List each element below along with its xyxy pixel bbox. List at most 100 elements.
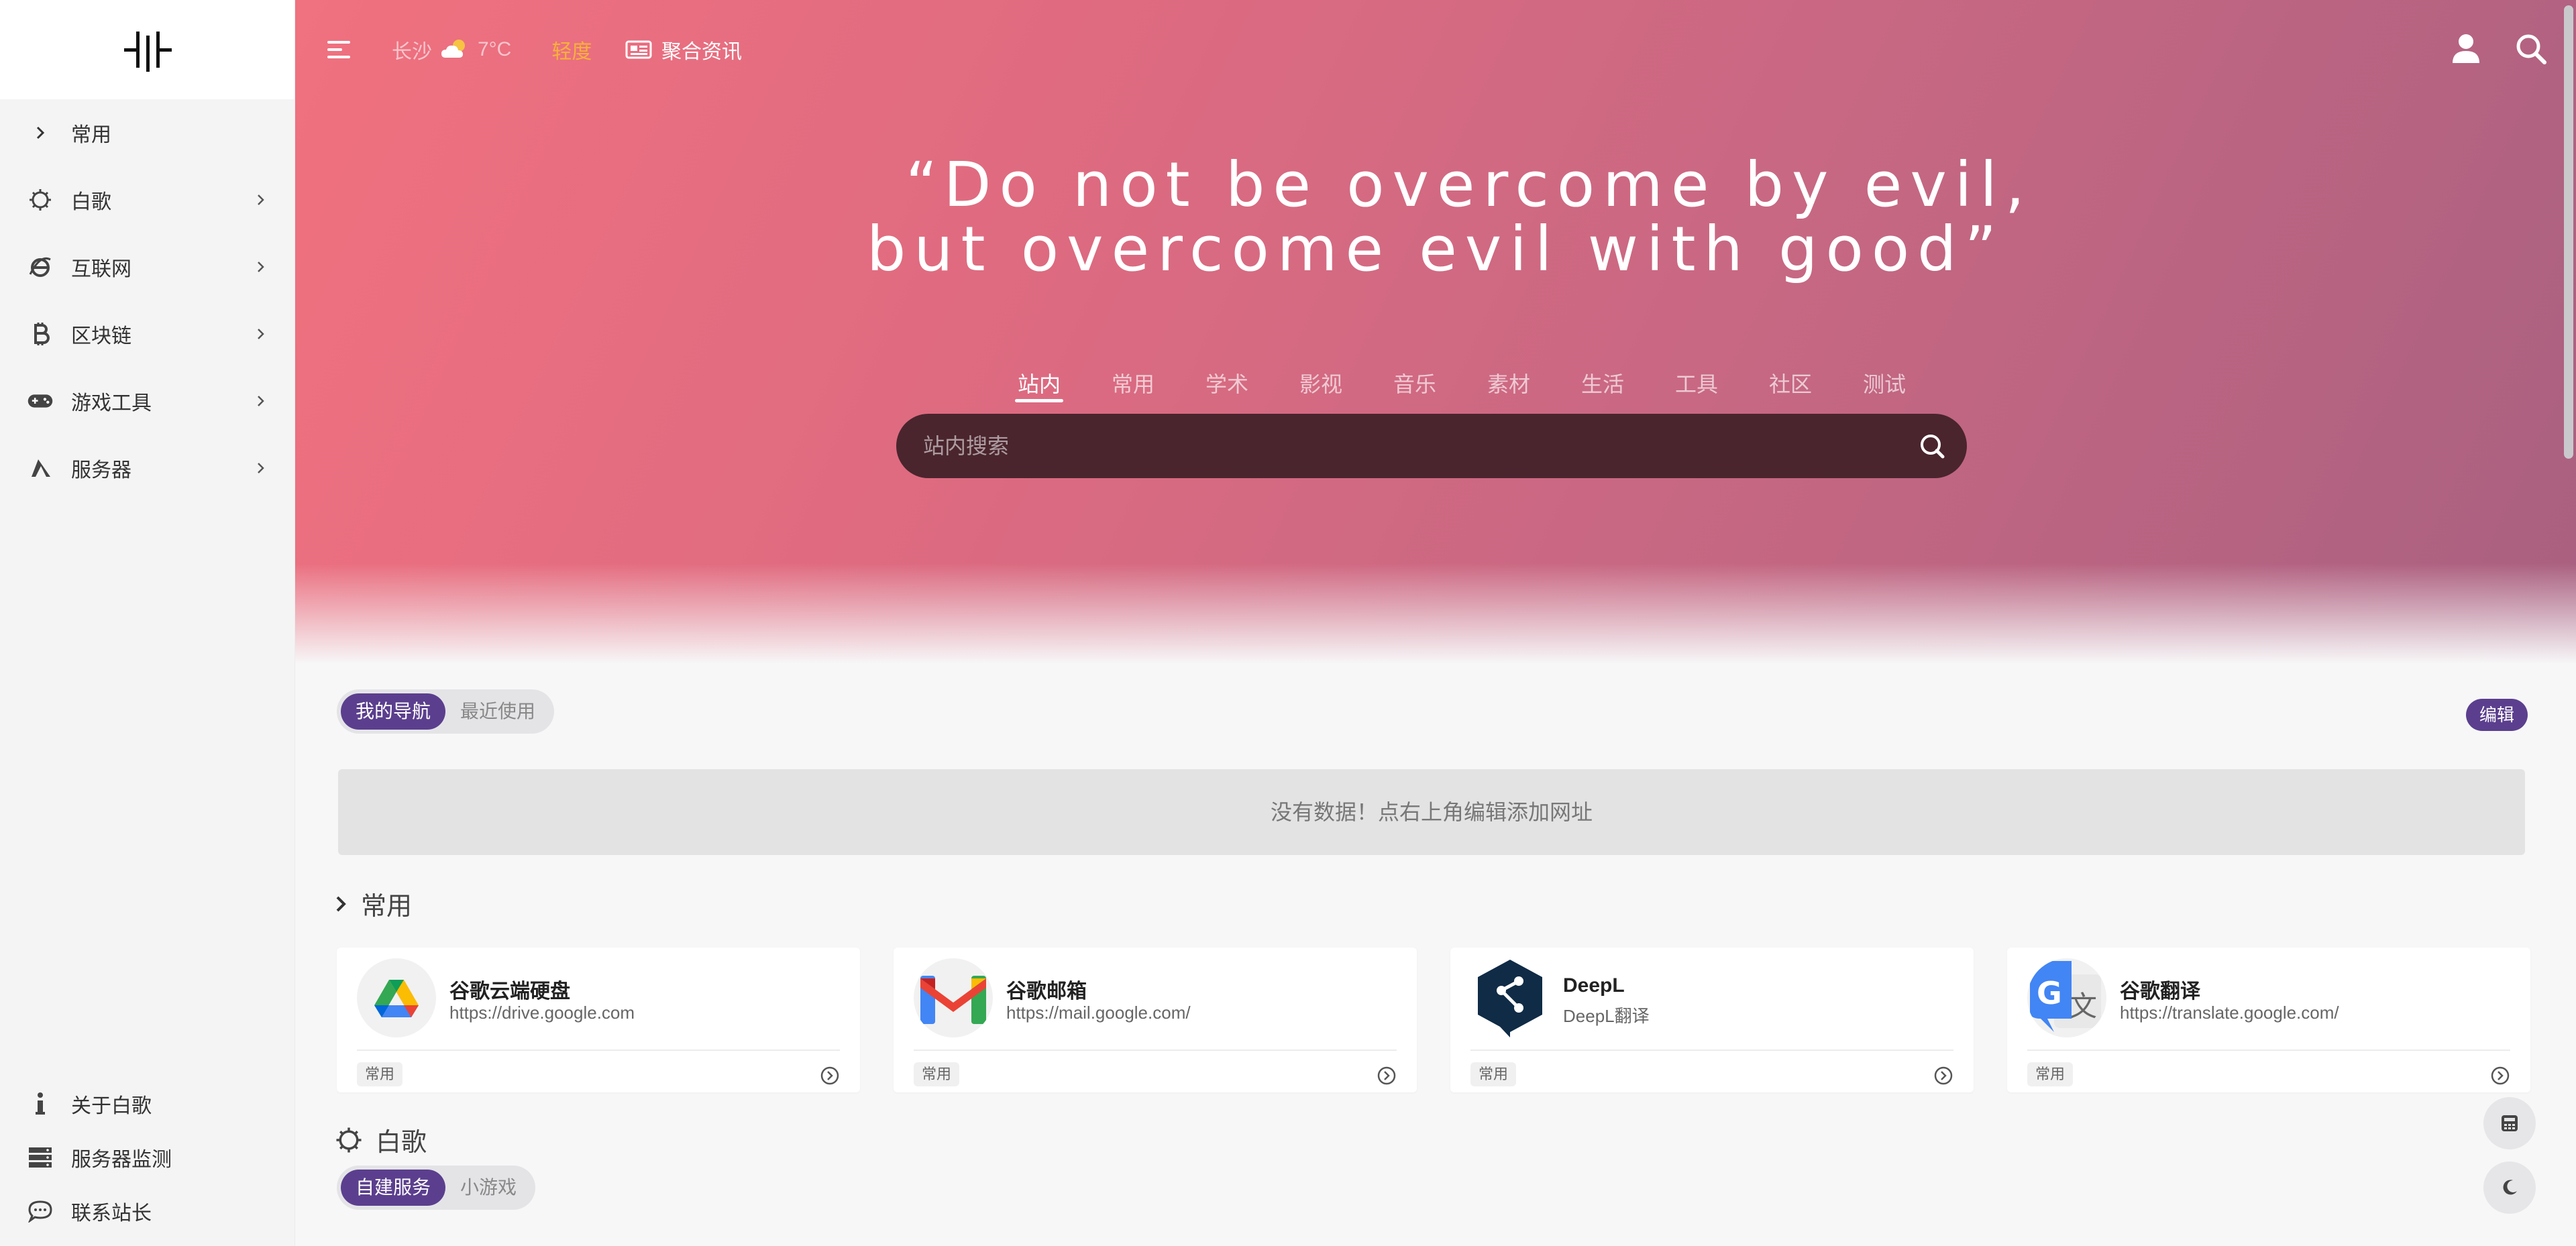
gear-icon	[27, 186, 54, 213]
sidebar-item-internet[interactable]: 互联网	[0, 233, 294, 300]
user-icon	[2453, 34, 2479, 63]
arrow-circle-right-icon[interactable]	[820, 1066, 840, 1086]
moon-icon	[2503, 1180, 2517, 1195]
sidebar-item-server-monitor[interactable]: 服务器监测	[0, 1131, 294, 1184]
chevron-right-icon	[253, 192, 269, 208]
sidebar-item-about[interactable]: 关于白歌	[0, 1077, 294, 1131]
tab-community[interactable]: 社区	[1743, 367, 1837, 405]
arrow-circle-right-icon[interactable]	[1377, 1066, 1397, 1086]
tab-mini-games[interactable]: 小游戏	[445, 1170, 531, 1206]
card-url: https://translate.google.com/	[2120, 1003, 2339, 1023]
my-nav-tabs: 我的导航 最近使用	[337, 689, 555, 734]
sidebar-item-baige[interactable]: 白歌	[0, 166, 294, 233]
weather-temp: 7°C	[478, 38, 512, 60]
sidebar-item-label: 区块链	[71, 325, 131, 347]
chevron-right-icon	[253, 460, 269, 476]
tab-life[interactable]: 生活	[1556, 367, 1650, 405]
calculator-icon	[2502, 1115, 2518, 1131]
google-drive-icon	[357, 958, 436, 1037]
sidebar-item-label: 游戏工具	[71, 392, 152, 414]
menu-icon	[327, 41, 350, 58]
section-title-common: 常用	[334, 885, 412, 922]
search-input[interactable]	[896, 433, 1917, 459]
tab-academic[interactable]: 学术	[1180, 367, 1274, 405]
server-sail-icon	[27, 455, 54, 482]
logo[interactable]	[0, 0, 294, 99]
sidebar-bottom-nav: 关于白歌 服务器监测 联系站长	[0, 1077, 294, 1238]
card-tag[interactable]: 常用	[2027, 1062, 2074, 1086]
sidebar-item-label: 常用	[71, 124, 111, 146]
server-rack-icon	[27, 1144, 54, 1171]
card-title: 谷歌邮箱	[1006, 980, 1087, 1003]
hero-quote: “Do not be overcome by evil, but overcom…	[295, 153, 2576, 282]
menu-toggle-button[interactable]	[325, 35, 354, 64]
gear-icon	[336, 1127, 362, 1153]
section-title-baige: 白歌	[334, 1121, 427, 1158]
sidebar-item-label: 服务器监测	[71, 1149, 172, 1171]
tab-site[interactable]: 站内	[992, 367, 1086, 405]
tab-video[interactable]: 影视	[1274, 367, 1368, 405]
card-url: DeepL翻译	[1563, 1006, 1650, 1026]
tab-common[interactable]: 常用	[1086, 367, 1180, 405]
sidebar-item-server[interactable]: 服务器	[0, 435, 294, 502]
site-card[interactable]: 文 G 谷歌翻译 https://translate.google.com/ 常…	[2007, 948, 2530, 1092]
card-divider	[2027, 1050, 2510, 1051]
user-button[interactable]	[2450, 32, 2482, 64]
tab-material[interactable]: 素材	[1462, 367, 1556, 405]
sidebar-item-common[interactable]: 常用	[0, 99, 294, 166]
section-title-label: 白歌	[376, 1129, 427, 1157]
weather-widget[interactable]: 长沙 7°C 轻度	[392, 35, 592, 64]
weather-city: 长沙	[392, 41, 432, 63]
chevron-right-icon	[336, 896, 346, 911]
sidebar-item-contact[interactable]: 联系站长	[0, 1184, 294, 1238]
card-tag[interactable]: 常用	[357, 1062, 403, 1086]
newspaper-icon	[625, 40, 652, 59]
site-card[interactable]: 谷歌邮箱 https://mail.google.com/ 常用	[894, 948, 1417, 1092]
sidebar-item-blockchain[interactable]: 区块链	[0, 300, 294, 367]
sidebar-item-game-tools[interactable]: 游戏工具	[0, 367, 294, 435]
card-tag[interactable]: 常用	[1470, 1062, 1517, 1086]
top-search-button[interactable]	[2514, 32, 2548, 66]
tab-test[interactable]: 测试	[1837, 367, 1931, 405]
sidebar-item-label: 白歌	[71, 191, 111, 213]
dark-mode-toggle[interactable]	[2483, 1162, 2536, 1214]
chevron-right-icon	[253, 326, 269, 342]
common-card-grid: 谷歌云端硬盘 https://drive.google.com 常用 谷歌邮箱	[337, 948, 2530, 1092]
svg-text:文: 文	[2069, 990, 2097, 1023]
site-card[interactable]: 谷歌云端硬盘 https://drive.google.com 常用	[337, 948, 860, 1092]
chat-icon	[27, 1198, 54, 1225]
tab-recent[interactable]: 最近使用	[445, 693, 550, 730]
svg-text:G: G	[2037, 975, 2062, 1011]
chevron-right-icon	[253, 259, 269, 275]
sidebar: 常用 白歌 互联网 区块链 游戏工具 服务器 关于白歌 服务器监测 联系站长	[0, 0, 295, 1246]
gamepad-icon	[27, 388, 54, 414]
search-category-tabs: 站内 常用 学术 影视 音乐 素材 生活 工具 社区 测试	[295, 367, 2576, 405]
page-scrollbar[interactable]	[2564, 5, 2573, 459]
deepl-icon	[1470, 958, 1550, 1037]
chevron-right-icon	[27, 119, 54, 146]
sidebar-item-label: 服务器	[71, 459, 131, 482]
card-tag[interactable]: 常用	[914, 1062, 960, 1086]
quote-line-1: “Do not be overcome by evil,	[905, 149, 2033, 221]
edit-button[interactable]: 编辑	[2465, 699, 2528, 731]
news-label: 聚合资讯	[661, 41, 742, 63]
top-bar: 长沙 7°C 轻度 聚合资讯	[295, 0, 2576, 99]
card-url: https://mail.google.com/	[1006, 1003, 1191, 1023]
empty-state: 没有数据！点右上角编辑添加网址	[338, 769, 2525, 855]
arrow-circle-right-icon[interactable]	[2490, 1066, 2510, 1086]
card-title: 谷歌云端硬盘	[449, 980, 570, 1003]
site-card[interactable]: DeepL DeepL翻译 常用	[1450, 948, 1974, 1092]
news-link[interactable]: 聚合资讯	[625, 35, 742, 64]
tab-tools[interactable]: 工具	[1650, 367, 1743, 405]
card-divider	[1470, 1050, 1953, 1051]
search-icon[interactable]	[1917, 431, 1947, 461]
tab-music[interactable]: 音乐	[1368, 367, 1462, 405]
tab-self-hosted[interactable]: 自建服务	[341, 1170, 446, 1206]
section-title-label: 常用	[361, 893, 413, 921]
arrow-circle-right-icon[interactable]	[1933, 1066, 1953, 1086]
tab-my-nav[interactable]: 我的导航	[341, 693, 446, 730]
card-title: 谷歌翻译	[2120, 980, 2200, 1003]
card-url: https://drive.google.com	[449, 1003, 635, 1023]
calculator-button[interactable]	[2483, 1097, 2536, 1149]
chevron-right-icon	[253, 393, 269, 409]
